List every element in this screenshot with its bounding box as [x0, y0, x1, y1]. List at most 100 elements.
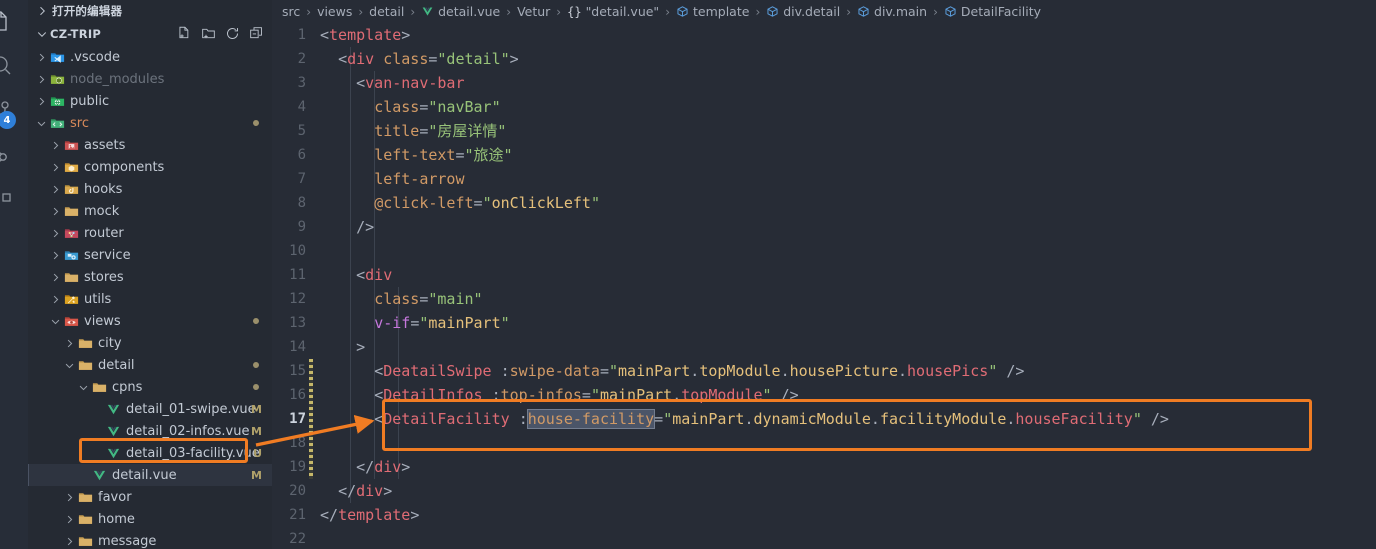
code-line[interactable]: 17 <DetailFacility :house-facility="main… — [272, 407, 1376, 431]
new-file-button[interactable] — [177, 26, 192, 41]
breadcrumb-separator: › — [665, 4, 670, 19]
tree-item-label: detail_03-facility.vue — [126, 445, 260, 461]
breadcrumb-item-divdetail[interactable]: div.detail — [766, 4, 840, 19]
project-section-header[interactable]: CZ-TRIP — [28, 22, 272, 45]
breadcrumb-separator: › — [306, 4, 312, 19]
tree-folder-components[interactable]: components — [28, 156, 272, 178]
code-line[interactable]: 11 <div — [272, 263, 1376, 287]
code-line[interactable]: 16 <DetailInfos :top-infos="mainPart.top… — [272, 383, 1376, 407]
tree-folder-node_modules[interactable]: node_modules — [28, 68, 272, 90]
editor-selection: house-facility — [526, 409, 656, 429]
tree-folder-views[interactable]: views — [28, 310, 272, 332]
code-line[interactable]: 6 left-text="旅途" — [272, 143, 1376, 167]
code-text: <DetailFacility :house-facility="mainPar… — [374, 409, 1169, 429]
code-line[interactable]: 5 title="房屋详情" — [272, 119, 1376, 143]
breadcrumb-item-vetur[interactable]: Vetur — [517, 4, 550, 19]
code-line[interactable]: 20 </div> — [272, 479, 1376, 503]
breadcrumb-item-divmain[interactable]: div.main — [857, 4, 927, 19]
tree-folder-mock[interactable]: mock — [28, 200, 272, 222]
open-editors-section[interactable]: 打开的编辑器 — [28, 0, 272, 22]
code-line[interactable]: 7 left-arrow — [272, 167, 1376, 191]
line-number: 14 — [289, 339, 306, 355]
code-line[interactable]: 1 <template> — [272, 23, 1376, 47]
tree-file-detail.vue[interactable]: detail.vue M — [28, 464, 272, 486]
code-line[interactable]: 22 — [272, 527, 1376, 549]
tree-folder-message[interactable]: message — [28, 530, 272, 549]
source-control-badge: 4 — [0, 111, 16, 129]
utils-folder-icon — [62, 292, 80, 307]
tree-folder-hooks[interactable]: hooks — [28, 178, 272, 200]
tree-folder-stores[interactable]: stores — [28, 266, 272, 288]
tree-folder-service[interactable]: service — [28, 244, 272, 266]
code-line[interactable]: 10 — [272, 239, 1376, 263]
tree-folder-home[interactable]: home — [28, 508, 272, 530]
vue-file-icon — [104, 424, 122, 439]
symbol-cube-icon — [857, 5, 870, 18]
modified-dot-indicator — [253, 384, 259, 390]
tree-folder-detail[interactable]: detail — [28, 354, 272, 376]
code-text: </div> — [338, 482, 393, 500]
code-text: v-if="mainPart" — [374, 314, 510, 332]
code-editor[interactable]: 1 <template> 2 <div class="detail"> 3 <van-… — [272, 23, 1376, 549]
collapse-folders-button[interactable] — [249, 26, 264, 41]
code-line[interactable]: 4 class="navBar" — [272, 95, 1376, 119]
tree-file-detail_01-swipe.vue[interactable]: detail_01-swipe.vue M — [28, 398, 272, 420]
tree-folder-favor[interactable]: favor — [28, 486, 272, 508]
code-line[interactable]: 18 — [272, 431, 1376, 455]
tree-folder-router[interactable]: router — [28, 222, 272, 244]
git-status-badge: M — [251, 468, 262, 482]
tree-item-label: detail.vue — [112, 467, 177, 483]
router-folder-icon — [62, 226, 80, 241]
code-line[interactable]: 13 v-if="mainPart" — [272, 311, 1376, 335]
tree-file-detail_02-infos.vue[interactable]: detail_02-infos.vue M — [28, 420, 272, 442]
breadcrumb-item-template[interactable]: template — [676, 4, 749, 19]
source-control-icon[interactable]: 4 — [0, 88, 28, 134]
tree-folder-assets[interactable]: assets — [28, 134, 272, 156]
breadcrumb-separator: › — [846, 4, 852, 19]
explorer-icon[interactable] — [0, 2, 28, 42]
new-folder-button[interactable] — [201, 26, 216, 41]
code-line[interactable]: 15 <DeatailSwipe :swipe-data="mainPart.t… — [272, 359, 1376, 383]
tree-item-label: views — [84, 313, 121, 329]
tree-folder-public[interactable]: public — [28, 90, 272, 112]
tree-folder-cpns[interactable]: cpns — [28, 376, 272, 398]
breadcrumb-item-label: template — [693, 4, 750, 19]
breadcrumb-item-detailvue[interactable]: detail.vue — [421, 4, 500, 19]
extensions-icon[interactable] — [0, 180, 28, 226]
breadcrumb-item-detailfacility[interactable]: DetailFacility — [944, 4, 1041, 19]
breadcrumb-item-src[interactable]: src — [282, 4, 300, 19]
line-number: 18 — [289, 435, 306, 451]
chevron-down-icon — [34, 118, 48, 129]
code-text: <DeatailSwipe :swipe-data="mainPart.topM… — [374, 362, 1025, 380]
code-line[interactable]: 14 > — [272, 335, 1376, 359]
tree-item-label: stores — [84, 269, 124, 285]
refresh-explorer-button[interactable] — [225, 26, 240, 41]
search-icon[interactable] — [0, 42, 28, 88]
chevron-down-icon — [37, 31, 47, 37]
breadcrumb-item-detailvue[interactable]: {} "detail.vue" — [567, 4, 659, 19]
plain-folder-icon — [62, 204, 80, 219]
code-line[interactable]: 21 </template> — [272, 503, 1376, 527]
code-line[interactable]: 19 </div> — [272, 455, 1376, 479]
run-debug-icon[interactable] — [0, 134, 28, 180]
tree-file-detail_03-facility.vue[interactable]: detail_03-facility.vue U — [28, 442, 272, 464]
code-line[interactable]: 9 /> — [272, 215, 1376, 239]
code-text: </div> — [356, 458, 411, 476]
tree-folder-src[interactable]: src — [28, 112, 272, 134]
code-line[interactable]: 12 class="main" — [272, 287, 1376, 311]
code-text: title="房屋详情" — [374, 122, 507, 140]
tree-folder-.vscode[interactable]: .vscode — [28, 46, 272, 68]
breadcrumb-item-views[interactable]: views — [317, 4, 352, 19]
breadcrumb-item-detail[interactable]: detail — [369, 4, 404, 19]
tree-folder-city[interactable]: city — [28, 332, 272, 354]
line-number: 19 — [289, 459, 306, 475]
code-line[interactable]: 2 <div class="detail"> — [272, 47, 1376, 71]
line-number: 11 — [289, 267, 306, 283]
code-line[interactable]: 3 <van-nav-bar — [272, 71, 1376, 95]
line-number: 5 — [297, 123, 306, 139]
tree-item-label: favor — [98, 489, 132, 505]
vscode-folder-icon — [48, 50, 66, 65]
tree-folder-utils[interactable]: utils — [28, 288, 272, 310]
chevron-right-icon — [48, 206, 62, 217]
code-line[interactable]: 8 @click-left="onClickLeft" — [272, 191, 1376, 215]
